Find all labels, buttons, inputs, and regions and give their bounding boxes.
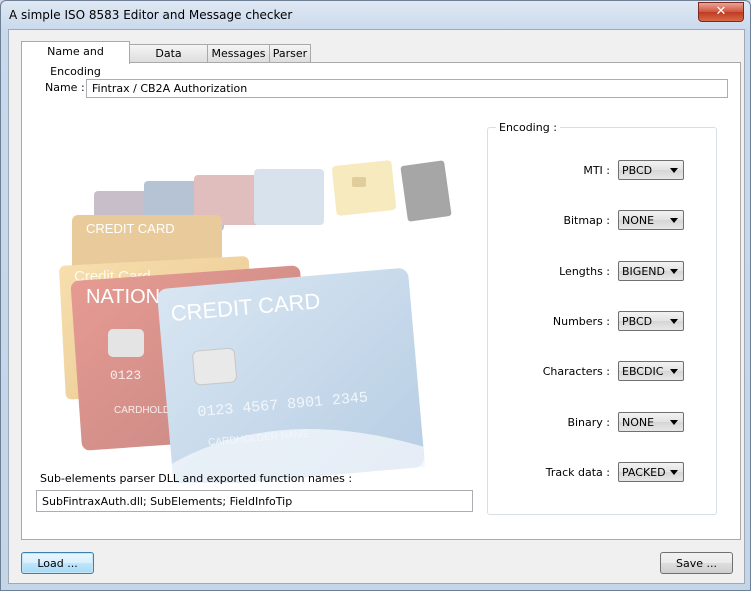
mti-select[interactable]: PBCD xyxy=(618,160,684,180)
numbers-select[interactable]: PBCD xyxy=(618,311,684,331)
binary-select[interactable]: NONE xyxy=(618,412,684,432)
bitmap-label: Bitmap : xyxy=(563,214,610,227)
chevron-down-icon xyxy=(670,420,678,425)
window-title: A simple ISO 8583 Editor and Message che… xyxy=(9,8,293,22)
card-text-credit-card-small: CREDIT CARD xyxy=(86,221,175,236)
chevron-down-icon xyxy=(670,319,678,324)
bitmap-select[interactable]: NONE xyxy=(618,210,684,230)
mti-value: PBCD xyxy=(622,164,653,177)
card-text-red-number: 0123 xyxy=(110,368,141,383)
name-label: Name : xyxy=(45,81,85,94)
chevron-down-icon xyxy=(670,218,678,223)
title-bar[interactable]: A simple ISO 8583 Editor and Message che… xyxy=(1,1,750,29)
encoding-group-label: Encoding : xyxy=(496,121,560,134)
close-button[interactable]: ✕ xyxy=(698,2,744,22)
name-input[interactable] xyxy=(86,79,728,98)
lengths-label: Lengths : xyxy=(559,265,610,278)
tab-messages[interactable]: Messages xyxy=(207,44,270,63)
characters-label: Characters : xyxy=(542,365,610,378)
characters-select[interactable]: EBCDIC xyxy=(618,361,684,381)
tab-data-elements[interactable]: Data Elements xyxy=(129,44,208,78)
credit-cards-illustration: CREDIT CARD Credit Card NATIONAL BANK 01… xyxy=(59,160,452,483)
binary-value: NONE xyxy=(622,416,655,429)
chevron-down-icon xyxy=(670,168,678,173)
encoding-group: Encoding : MTI : PBCD Bitmap : NONE Leng… xyxy=(487,121,717,515)
subelements-input[interactable] xyxy=(36,490,473,512)
main-window: A simple ISO 8583 Editor and Message che… xyxy=(0,0,751,591)
numbers-label: Numbers : xyxy=(552,315,610,328)
tab-panel-name-and-encoding: Name : Fintrax / CB2A Authorization CRED… xyxy=(21,62,741,540)
numbers-value: PBCD xyxy=(622,315,653,328)
save-button[interactable]: Save ... xyxy=(660,552,733,574)
track-data-value: PACKED xyxy=(622,466,666,479)
tab-name-and-encoding[interactable]: Name and Encoding xyxy=(21,41,130,78)
close-icon: ✕ xyxy=(715,4,727,19)
characters-value: EBCDIC xyxy=(622,365,664,378)
mti-label: MTI : xyxy=(583,164,610,177)
lengths-value: BIGEND xyxy=(622,265,665,278)
chevron-down-icon xyxy=(670,470,678,475)
track-data-select[interactable]: PACKED xyxy=(618,462,684,482)
chevron-down-icon xyxy=(670,269,678,274)
bitmap-value: NONE xyxy=(622,214,655,227)
lengths-select[interactable]: BIGEND xyxy=(618,261,684,281)
track-data-label: Track data : xyxy=(545,466,610,479)
subelements-label: Sub-elements parser DLL and exported fun… xyxy=(40,472,353,485)
load-button[interactable]: Load ... xyxy=(21,552,94,574)
binary-label: Binary : xyxy=(567,416,610,429)
client-area: Name and Encoding Data Elements Messages… xyxy=(8,29,745,584)
tab-parser[interactable]: Parser xyxy=(269,44,311,63)
chevron-down-icon xyxy=(670,369,678,374)
